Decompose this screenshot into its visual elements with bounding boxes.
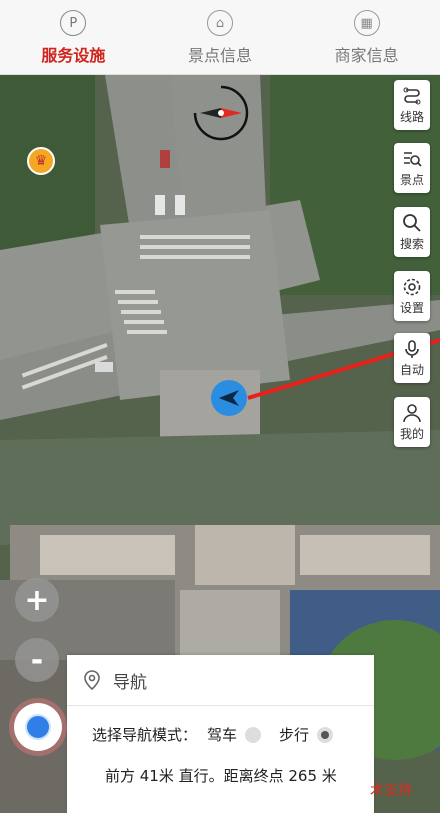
top-tab-bar: P 服务设施 ⌂ 景点信息 ▦ 商家信息	[0, 0, 440, 75]
tab-merchant-info[interactable]: ▦ 商家信息	[293, 0, 440, 74]
tab-label: 景点信息	[188, 46, 253, 65]
tab-attraction-info[interactable]: ⌂ 景点信息	[147, 0, 294, 74]
drive-mode-radio[interactable]	[245, 726, 262, 743]
spot-list-icon	[404, 151, 422, 167]
walk-mode-label: 步行	[279, 726, 310, 744]
drive-mode-label: 驾车	[207, 726, 238, 744]
tab-label: 商家信息	[334, 46, 399, 65]
search-icon	[403, 213, 421, 232]
navigation-panel: 导航 选择导航模式： 驾车 步行 前方 41米 直行。距离终点 265 米	[67, 655, 374, 813]
auto-voice-label: 自动	[399, 362, 424, 377]
zoom-out-button[interactable]: -	[15, 638, 59, 682]
navigation-panel-header: 导航	[67, 655, 374, 706]
tab-label: 服务设施	[41, 46, 106, 65]
attraction-icon: ⌂	[207, 10, 233, 36]
parking-icon: P	[60, 10, 87, 36]
route-label: 线路	[399, 109, 424, 124]
locate-me-button[interactable]	[14, 703, 62, 751]
spot-list-button[interactable]: 景点	[394, 143, 430, 193]
auto-voice-button[interactable]: 自动	[394, 333, 430, 383]
route-button[interactable]: 线路	[394, 80, 430, 130]
compass-icon[interactable]	[192, 84, 250, 142]
shop-icon: ▦	[353, 10, 380, 36]
microphone-icon	[405, 339, 419, 358]
navigation-arrow-icon	[211, 380, 247, 416]
search-button[interactable]: 搜索	[394, 207, 430, 257]
walk-mode-radio[interactable]	[317, 726, 334, 743]
location-dot-icon	[25, 714, 51, 740]
settings-button[interactable]: 设置	[394, 271, 430, 321]
tab-service-facilities[interactable]: P 服务设施	[0, 0, 147, 74]
zoom-in-button[interactable]: +	[15, 578, 59, 622]
settings-icon	[403, 278, 421, 295]
profile-button[interactable]: 我的	[394, 397, 430, 447]
spot-list-label: 景点	[399, 172, 424, 187]
mode-label: 选择导航模式：	[92, 726, 198, 744]
navigation-mode-row: 选择导航模式： 驾车 步行	[67, 706, 374, 745]
tech-support-text: 术支持	[370, 783, 412, 799]
location-pin-icon	[84, 670, 100, 691]
profile-label: 我的	[399, 426, 424, 441]
search-label: 搜索	[399, 236, 424, 251]
settings-label: 设置	[399, 300, 424, 315]
route-icon	[403, 87, 421, 104]
navigation-status-text: 前方 41米 直行。距离终点 265 米	[105, 767, 337, 785]
user-icon	[403, 403, 421, 422]
poi-marker-icon[interactable]: ♛	[27, 147, 55, 175]
navigation-title: 导航	[113, 672, 147, 693]
